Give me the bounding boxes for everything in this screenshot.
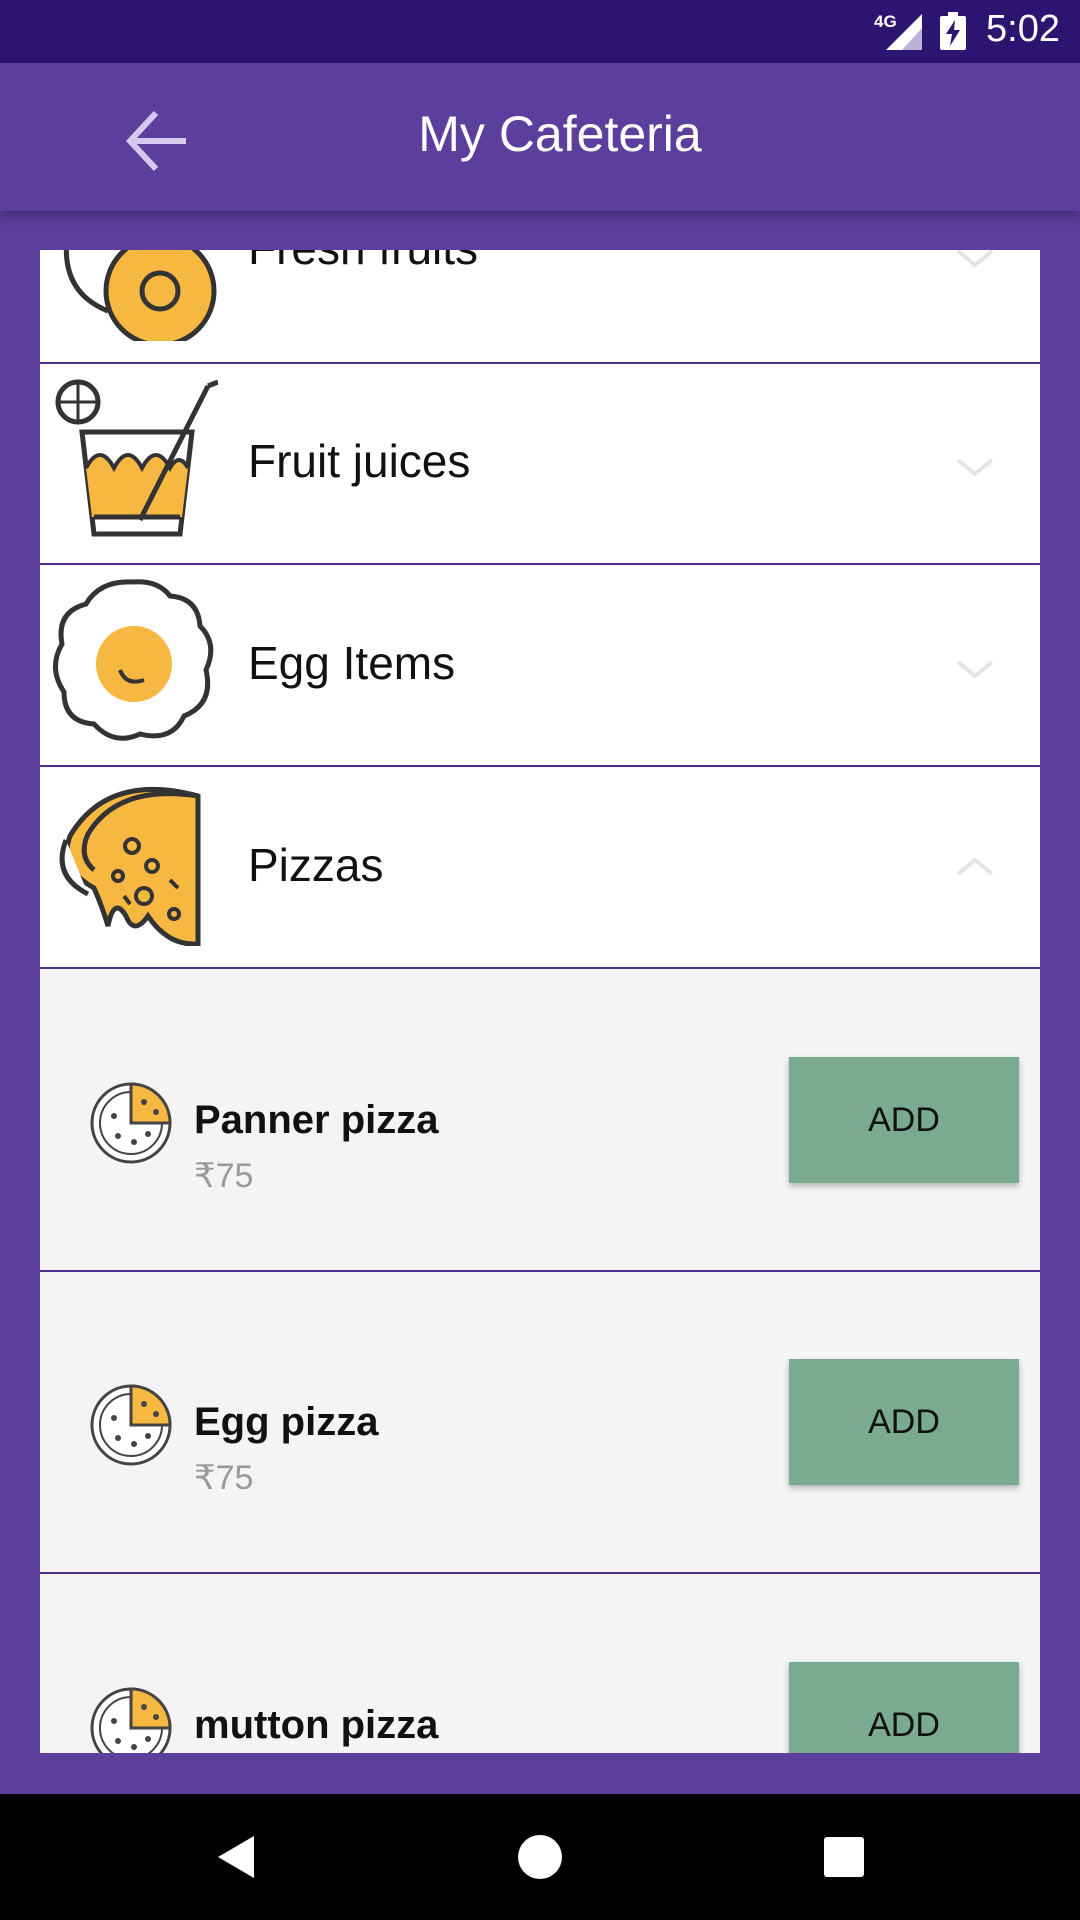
- pizza-slice-icon: [59, 787, 201, 946]
- pizza-icon: [90, 1082, 172, 1164]
- category-fruit-juices[interactable]: Fruit juices: [40, 364, 1040, 565]
- app-bar: My Cafeteria: [0, 63, 1080, 211]
- item-name: Egg pizza: [194, 1400, 379, 1444]
- apple-icon: [63, 250, 217, 341]
- list-item: Egg pizza ₹75 ADD: [40, 1272, 1040, 1574]
- item-name: Panner pizza: [194, 1098, 439, 1142]
- signal-icon: [886, 14, 922, 50]
- chevron-down-icon[interactable]: [950, 452, 1000, 482]
- add-button[interactable]: ADD: [789, 1662, 1019, 1753]
- nav-home-icon[interactable]: [515, 1832, 565, 1882]
- chevron-down-icon[interactable]: [950, 654, 1000, 684]
- chevron-up-icon[interactable]: [950, 852, 1000, 882]
- add-button[interactable]: ADD: [789, 1359, 1019, 1485]
- category-label: Fresh fruits: [248, 250, 478, 275]
- chevron-down-icon[interactable]: [950, 250, 1000, 273]
- item-price: ₹75: [194, 1157, 254, 1195]
- item-name: mutton pizza: [194, 1703, 439, 1747]
- pizza-icon: [90, 1687, 172, 1753]
- page-title: My Cafeteria: [418, 106, 702, 162]
- juice-glass-icon: [55, 379, 218, 537]
- category-egg-items[interactable]: Egg Items: [40, 566, 1040, 767]
- nav-back-icon[interactable]: [212, 1832, 262, 1882]
- pizza-icon: [90, 1384, 172, 1466]
- category-label: Fruit juices: [248, 435, 471, 487]
- category-label: Egg Items: [248, 637, 456, 689]
- menu-list[interactable]: Fresh fruits Fruit juices Egg Item: [40, 250, 1040, 1753]
- item-price: ₹75: [194, 1459, 254, 1497]
- clock: 5:02: [986, 8, 1060, 50]
- system-nav-bar: [0, 1794, 1080, 1920]
- fried-egg-icon: [53, 579, 214, 741]
- category-pizzas[interactable]: Pizzas: [40, 768, 1040, 969]
- battery-charging-icon: [940, 12, 966, 50]
- list-item: mutton pizza ADD: [40, 1575, 1040, 1753]
- category-label: Pizzas: [248, 839, 384, 891]
- category-fresh-fruits[interactable]: Fresh fruits: [40, 250, 1040, 364]
- status-bar: 4G 5:02: [0, 0, 1080, 63]
- nav-recents-icon[interactable]: [819, 1832, 869, 1882]
- add-button[interactable]: ADD: [789, 1057, 1019, 1183]
- list-item: Panner pizza ₹75 ADD: [40, 970, 1040, 1272]
